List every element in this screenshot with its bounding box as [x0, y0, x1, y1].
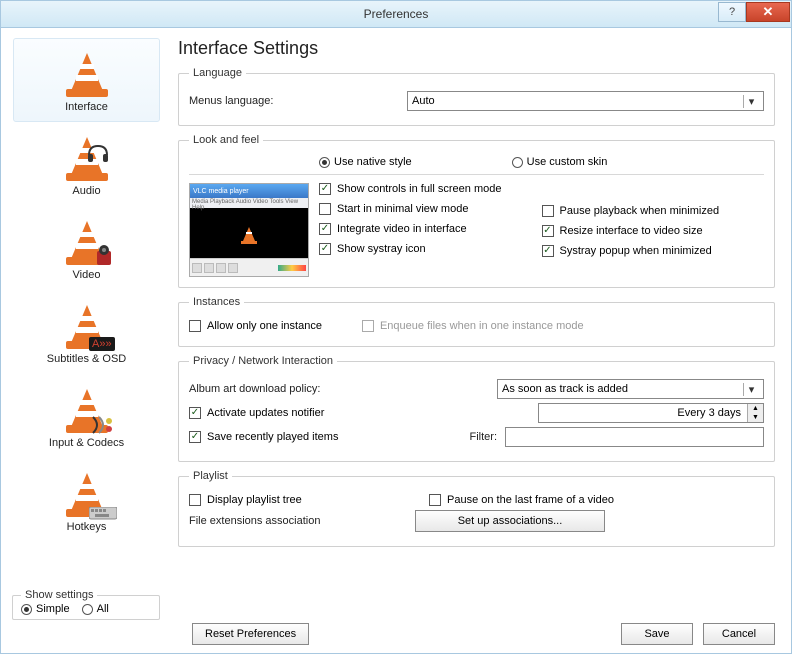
radio-all[interactable]: All	[82, 603, 109, 615]
show-settings-group: Show settings Simple All	[12, 589, 160, 620]
chevron-down-icon: ▾	[743, 95, 759, 108]
reset-preferences-button[interactable]: Reset Preferences	[192, 623, 309, 645]
checkbox-save-recent[interactable]: Save recently played items	[189, 431, 449, 443]
album-art-select[interactable]: As soon as track is added ▾	[497, 379, 764, 399]
sidebar-item-label: Video	[73, 269, 101, 281]
file-ext-label: File extensions association	[189, 515, 407, 527]
update-frequency-value: Every 3 days	[539, 407, 747, 419]
checkbox-start-minimal[interactable]: Start in minimal view mode	[319, 203, 542, 215]
group-privacy: Privacy / Network Interaction Album art …	[178, 355, 775, 462]
close-button[interactable]: ✕	[746, 2, 790, 22]
spin-up-icon[interactable]: ▲	[748, 404, 763, 413]
sidebar-item-video[interactable]: Video	[13, 206, 160, 290]
save-button[interactable]: Save	[621, 623, 693, 645]
checkbox-display-playlist-tree[interactable]: Display playlist tree	[189, 494, 389, 506]
update-frequency-spinner[interactable]: Every 3 days ▲▼	[538, 403, 764, 423]
setup-associations-button[interactable]: Set up associations...	[415, 510, 605, 532]
menus-language-value: Auto	[412, 95, 435, 107]
sidebar-item-label: Input & Codecs	[49, 437, 124, 449]
group-look-feel: Look and feel Use native style Use custo…	[178, 134, 775, 288]
sidebar-item-label: Interface	[65, 101, 108, 113]
titlebar: Preferences ? ✕	[0, 0, 792, 28]
sidebar: Interface Audio Video A»» Subtitles & OS…	[1, 28, 166, 614]
sidebar-item-subtitles[interactable]: A»» Subtitles & OSD	[13, 290, 160, 374]
album-art-value: As soon as track is added	[502, 383, 628, 395]
cone-cables-icon	[63, 381, 111, 435]
sidebar-item-input-codecs[interactable]: Input & Codecs	[13, 374, 160, 458]
sidebar-item-hotkeys[interactable]: Hotkeys	[13, 458, 160, 542]
window-title: Preferences	[364, 7, 429, 21]
checkbox-pause-last-frame[interactable]: Pause on the last frame of a video	[429, 494, 614, 506]
legend-show-settings: Show settings	[21, 589, 97, 601]
cone-film-icon	[63, 213, 111, 267]
preview-menubar: Media Playback Audio Video Tools View He…	[190, 198, 308, 208]
checkbox-enqueue-files: Enqueue files when in one instance mode	[362, 320, 584, 332]
checkbox-integrate-video[interactable]: Integrate video in interface	[319, 223, 542, 235]
filter-input[interactable]	[505, 427, 764, 447]
svg-text:A»»: A»»	[92, 338, 112, 350]
checkbox-systray-popup[interactable]: Systray popup when minimized	[542, 245, 765, 257]
filter-label: Filter:	[457, 431, 497, 443]
footer: Show settings Simple All Reset Preferenc…	[0, 614, 792, 654]
checkbox-allow-one-instance[interactable]: Allow only one instance	[189, 320, 322, 332]
checkbox-show-controls[interactable]: Show controls in full screen mode	[319, 183, 542, 195]
cancel-button[interactable]: Cancel	[703, 623, 775, 645]
legend-privacy: Privacy / Network Interaction	[189, 355, 337, 367]
album-art-label: Album art download policy:	[189, 383, 489, 395]
spin-down-icon[interactable]: ▼	[748, 413, 763, 422]
page-title: Interface Settings	[178, 38, 775, 59]
cone-icon	[63, 45, 111, 99]
legend-language: Language	[189, 67, 246, 79]
menus-language-label: Menus language:	[189, 95, 399, 107]
sidebar-item-interface[interactable]: Interface	[13, 38, 160, 122]
sidebar-item-label: Hotkeys	[67, 521, 107, 533]
content-panel: Interface Settings Language Menus langua…	[166, 28, 791, 614]
radio-custom-skin[interactable]: Use custom skin	[512, 156, 608, 168]
checkbox-activate-updates[interactable]: Activate updates notifier	[189, 407, 489, 419]
menus-language-select[interactable]: Auto ▾	[407, 91, 764, 111]
chevron-down-icon: ▾	[743, 383, 759, 396]
radio-native-style[interactable]: Use native style	[319, 156, 412, 168]
cone-osd-icon: A»»	[63, 297, 111, 351]
cone-keyboard-icon	[63, 465, 111, 519]
interface-preview: VLC media player Media Playback Audio Vi…	[189, 183, 309, 277]
checkbox-pause-minimized[interactable]: Pause playback when minimized	[542, 205, 765, 217]
legend-look: Look and feel	[189, 134, 263, 146]
group-playlist: Playlist Display playlist tree Pause on …	[178, 470, 775, 547]
legend-instances: Instances	[189, 296, 244, 308]
cone-headphones-icon	[63, 129, 111, 183]
help-button[interactable]: ?	[718, 2, 746, 22]
sidebar-item-label: Subtitles & OSD	[47, 353, 126, 365]
group-instances: Instances Allow only one instance Enqueu…	[178, 296, 775, 347]
legend-playlist: Playlist	[189, 470, 232, 482]
radio-simple[interactable]: Simple	[21, 603, 70, 615]
checkbox-resize-interface[interactable]: Resize interface to video size	[542, 225, 765, 237]
checkbox-show-systray[interactable]: Show systray icon	[319, 243, 542, 255]
sidebar-item-audio[interactable]: Audio	[13, 122, 160, 206]
group-language: Language Menus language: Auto ▾	[178, 67, 775, 126]
sidebar-item-label: Audio	[72, 185, 100, 197]
preview-titlebar: VLC media player	[190, 184, 308, 198]
